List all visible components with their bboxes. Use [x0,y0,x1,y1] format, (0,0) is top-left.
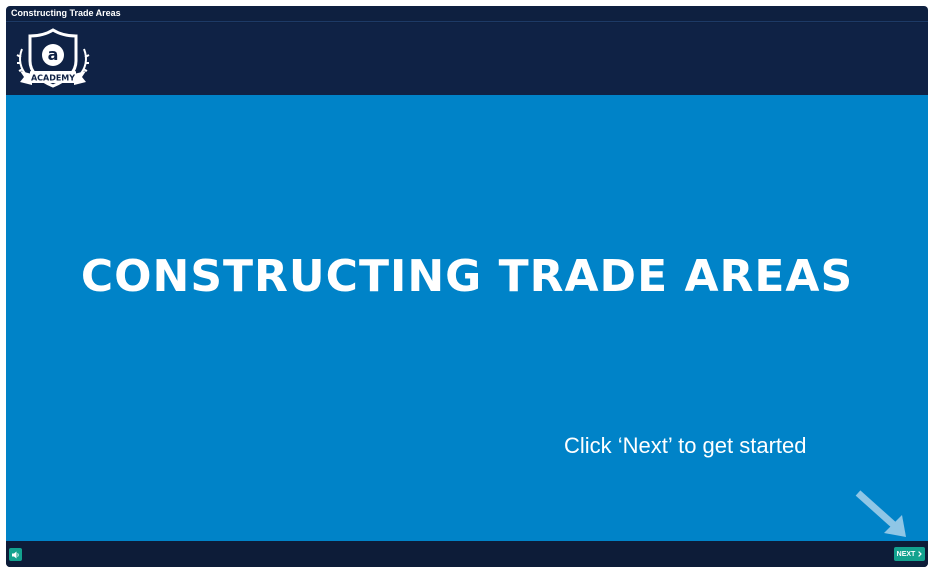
slide-instruction: Click ‘Next’ to get started [564,433,807,458]
audio-button[interactable] [9,548,22,561]
slide-title: CONSTRUCTING TRADE AREAS [80,251,854,302]
chevron-right-icon [918,551,923,557]
academy-logo: a ACADEMY [16,28,90,88]
title-bar: Constructing Trade Areas [6,6,928,22]
player-header: a ACADEMY [6,23,928,95]
logo-academy-text: ACADEMY [31,74,75,83]
player-footer: NEXT [6,541,928,567]
slide-canvas: CONSTRUCTING TRADE AREAS Click ‘Next’ to… [6,95,928,541]
logo-letter: a [48,45,59,64]
speaker-icon [11,551,19,558]
next-button[interactable]: NEXT [894,547,925,561]
course-title: Constructing Trade Areas [11,8,121,18]
next-button-label: NEXT [896,550,916,558]
arrow-down-right-icon [855,490,906,537]
course-player: Constructing Trade Areas a ACADEMY CONST… [6,6,928,567]
